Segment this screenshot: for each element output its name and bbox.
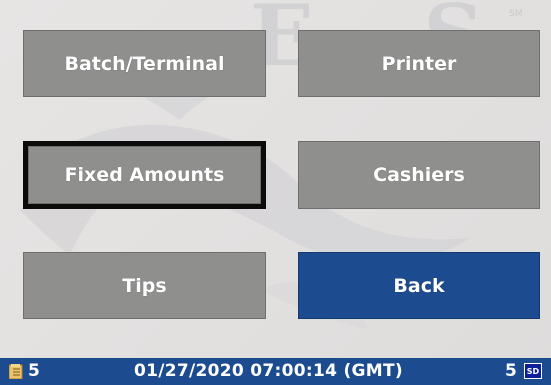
batch-terminal-button[interactable]: Batch/Terminal bbox=[23, 30, 266, 97]
background-logo-service-mark: SM bbox=[509, 9, 523, 19]
tips-button[interactable]: Tips bbox=[23, 252, 266, 319]
back-button[interactable]: Back bbox=[298, 252, 540, 319]
settings-screen: E S SM Batch/Terminal Printer Fixed Amou… bbox=[0, 0, 551, 385]
folder-icon bbox=[9, 364, 23, 379]
sd-card-label: SD bbox=[526, 366, 540, 376]
left-status-count: 5 bbox=[28, 361, 40, 381]
status-bar: 5 01/27/2020 07:00:14 (GMT) 5 SD bbox=[0, 358, 551, 385]
status-datetime: 01/27/2020 07:00:14 (GMT) bbox=[134, 361, 403, 381]
cashiers-button[interactable]: Cashiers bbox=[298, 141, 540, 209]
right-status-count: 5 bbox=[505, 361, 517, 381]
sd-card-icon: SD bbox=[524, 363, 542, 379]
printer-button[interactable]: Printer bbox=[298, 30, 540, 97]
fixed-amounts-button[interactable]: Fixed Amounts bbox=[23, 141, 266, 209]
